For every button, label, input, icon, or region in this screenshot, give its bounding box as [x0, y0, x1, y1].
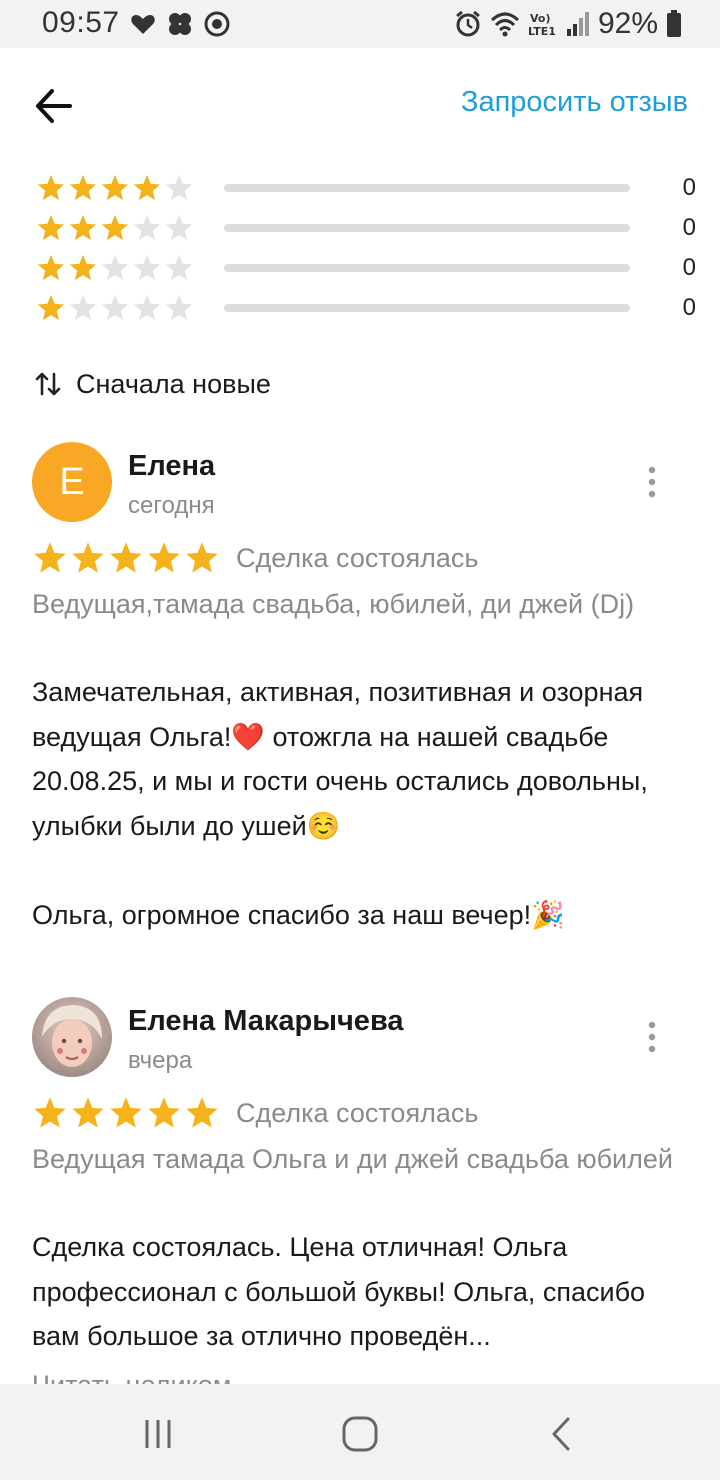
star-filled-icon	[110, 1097, 142, 1128]
status-time: 09:57	[42, 6, 120, 39]
home-icon[interactable]	[340, 1414, 380, 1454]
star-filled-icon	[186, 1097, 218, 1128]
sort-icon	[35, 372, 61, 396]
star-empty-icon	[133, 294, 161, 321]
record-icon	[204, 11, 230, 37]
distribution-stars	[36, 253, 198, 283]
star-filled-icon	[37, 254, 65, 281]
distribution-count: 0	[682, 174, 696, 201]
star-filled-icon	[133, 174, 161, 201]
review-rating: Сделка состоялась	[32, 540, 478, 576]
star-filled-icon	[37, 174, 65, 201]
heart-icon	[131, 15, 155, 34]
review-text: Сделка состоялась. Цена отличная! Ольга …	[32, 1232, 646, 1351]
star-filled-icon	[34, 542, 66, 573]
svg-text:LTE1: LTE1	[528, 25, 556, 38]
star-filled-icon	[69, 214, 97, 241]
more-vert-icon[interactable]	[640, 1017, 664, 1057]
read-all-link[interactable]: Читать целиком	[32, 1370, 231, 1384]
status-system-icons: Vo) LTE1 92%	[454, 6, 682, 42]
distribution-count: 0	[682, 214, 696, 241]
header: Запросить отзыв	[0, 48, 720, 160]
reviewer-name: Елена Макарычева	[128, 1005, 404, 1037]
alarm-icon	[456, 10, 480, 37]
back-arrow-icon[interactable]	[30, 84, 80, 128]
star-empty-icon	[165, 174, 193, 201]
review-stars	[32, 1095, 220, 1131]
star-filled-icon	[186, 542, 218, 573]
distribution-bar	[224, 184, 630, 192]
system-nav-bar	[0, 1384, 720, 1480]
battery-icon	[667, 10, 681, 37]
star-empty-icon	[101, 294, 129, 321]
distribution-row: 0	[36, 208, 696, 248]
signal-icon	[566, 12, 589, 36]
request-review-link[interactable]: Запросить отзыв	[461, 86, 688, 119]
star-filled-icon	[148, 1097, 180, 1128]
star-empty-icon	[165, 254, 193, 281]
star-filled-icon	[34, 1097, 66, 1128]
service-name: Ведущая,тамада свадьба, юбилей, ди джей …	[32, 589, 635, 619]
avatar-photo	[32, 997, 112, 1077]
distribution-count: 0	[682, 294, 696, 321]
wifi-icon	[490, 12, 519, 37]
distribution-stars	[36, 213, 198, 243]
review-stars	[32, 540, 220, 576]
distribution-stars	[36, 173, 198, 203]
service-name: Ведущая тамада Ольга и ди джей свадьба ю…	[32, 1144, 673, 1174]
review-rating: Сделка состоялась	[32, 1095, 478, 1131]
star-empty-icon	[69, 294, 97, 321]
rating-distribution: 0 0 0 0	[36, 168, 696, 328]
more-vert-icon[interactable]	[640, 462, 664, 502]
sort-control[interactable]: Сначала новые	[34, 366, 271, 402]
star-empty-icon	[165, 214, 193, 241]
recent-apps-icon[interactable]	[138, 1414, 178, 1454]
distribution-bar	[224, 304, 630, 312]
sort-label: Сначала новые	[76, 368, 271, 399]
distribution-count: 0	[682, 254, 696, 281]
star-filled-icon	[101, 214, 129, 241]
lte-icon: Vo)LTE1	[528, 12, 556, 38]
star-empty-icon	[165, 294, 193, 321]
svg-text:Vo): Vo)	[530, 12, 551, 25]
star-filled-icon	[69, 174, 97, 201]
nav-back-icon[interactable]	[542, 1414, 582, 1454]
star-filled-icon	[148, 542, 180, 573]
star-empty-icon	[101, 254, 129, 281]
distribution-bar	[224, 224, 630, 232]
battery-percent: 92%	[597, 7, 658, 40]
status-notification-icons	[130, 10, 230, 38]
deal-status: Сделка состоялась	[236, 542, 479, 573]
review-date: сегодня	[128, 492, 215, 519]
star-filled-icon	[69, 254, 97, 281]
distribution-row: 0	[36, 288, 696, 328]
review-text: Замечательная, активная, позитивная и оз…	[32, 677, 648, 930]
star-filled-icon	[72, 1097, 104, 1128]
reviewer-name: Елена	[128, 450, 216, 482]
distribution-bar	[224, 264, 630, 272]
distribution-stars	[36, 293, 198, 323]
avatar	[32, 997, 112, 1077]
star-empty-icon	[133, 214, 161, 241]
avatar: Е	[32, 442, 112, 522]
star-filled-icon	[101, 174, 129, 201]
deal-status: Сделка состоялась	[236, 1097, 479, 1128]
review-date: вчера	[128, 1047, 193, 1074]
star-filled-icon	[110, 542, 142, 573]
distribution-row: 0	[36, 168, 696, 208]
star-filled-icon	[37, 294, 65, 321]
star-empty-icon	[133, 254, 161, 281]
star-filled-icon	[37, 214, 65, 241]
status-bar: 09:57 Vo) LTE1 92%	[0, 0, 720, 48]
clover-icon	[169, 13, 191, 35]
distribution-row: 0	[36, 248, 696, 288]
star-filled-icon	[72, 542, 104, 573]
